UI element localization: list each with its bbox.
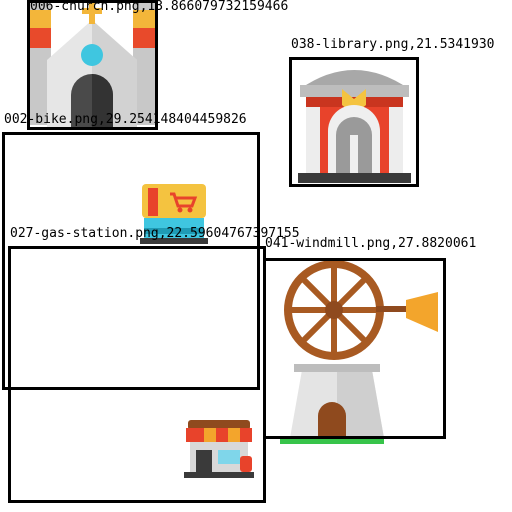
detection-box-church — [27, 0, 158, 130]
detection-label-gas-station: 027-gas-station.png,22.59604767397155 — [10, 226, 300, 241]
detection-label-library: 038-library.png,21.5341930 — [291, 37, 495, 52]
detection-label-church: 006-church.png,13.866079732159466 — [30, 0, 289, 14]
detection-box-windmill — [263, 258, 446, 439]
detection-box-library — [289, 57, 419, 187]
store-icon — [184, 420, 254, 478]
detection-label-bike: 002-bike.png,29.254148404459826 — [4, 112, 247, 127]
